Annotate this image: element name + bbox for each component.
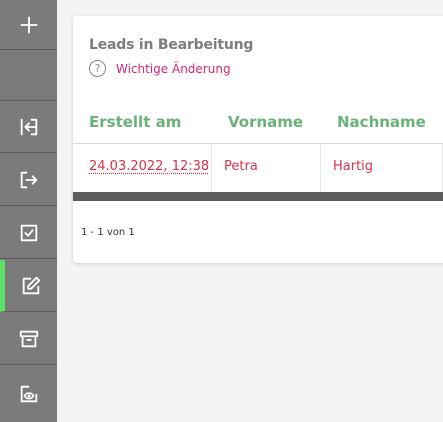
help-icon[interactable]: ? — [89, 60, 106, 77]
horizontal-scrollbar[interactable] — [73, 192, 443, 201]
cell-first-name: Petra — [224, 159, 258, 174]
sidebar-item-archive[interactable] — [0, 313, 57, 365]
sidebar-item-in-progress[interactable] — [0, 260, 57, 312]
card-title: Leads in Bearbeitung — [89, 37, 254, 53]
sidebar-item-incoming[interactable] — [0, 101, 57, 153]
checked-icon — [20, 224, 37, 241]
column-divider — [320, 144, 321, 192]
sidebar — [0, 0, 57, 422]
login-icon — [20, 118, 37, 135]
sidebar-item-checked[interactable] — [0, 207, 57, 259]
cell-last-name: Hartig — [333, 159, 374, 174]
logout-icon — [20, 171, 37, 188]
sidebar-item-view[interactable] — [0, 366, 57, 422]
help-row: ? Wichtige Änderung — [89, 60, 231, 77]
archive-icon — [19, 330, 38, 347]
table-header: Erstellt am Vorname Nachname — [73, 111, 443, 144]
important-change-link[interactable]: Wichtige Änderung — [116, 62, 231, 76]
leads-card: Leads in Bearbeitung ? Wichtige Änderung… — [73, 16, 443, 263]
column-header-created[interactable]: Erstellt am — [89, 113, 181, 131]
plus-icon — [20, 16, 37, 33]
column-divider — [211, 144, 212, 192]
edit-icon — [22, 276, 41, 294]
sidebar-item-outgoing[interactable] — [0, 154, 57, 206]
table-row[interactable]: 24.03.2022, 12:38 Petra Hartig — [73, 144, 443, 192]
column-header-first-name[interactable]: Vorname — [228, 113, 303, 131]
add-button[interactable] — [0, 0, 57, 50]
column-header-last-name[interactable]: Nachname — [337, 113, 426, 131]
pagination-summary: 1 - 1 von 1 — [81, 227, 135, 238]
cell-created[interactable]: 24.03.2022, 12:38 — [89, 159, 209, 174]
sidebar-separator — [0, 50, 57, 101]
view-icon — [20, 385, 37, 403]
